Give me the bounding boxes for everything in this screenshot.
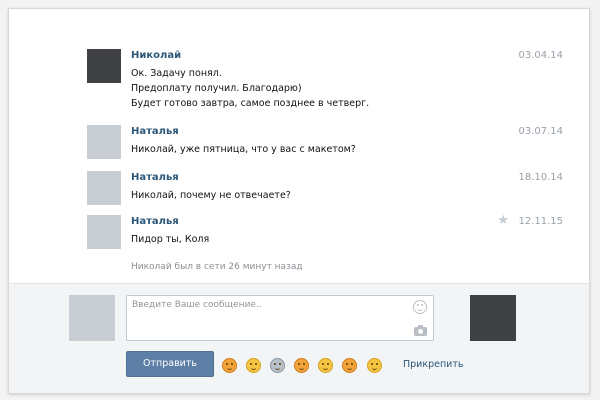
message-text: Пидор ты, Коля bbox=[131, 232, 209, 247]
unamused-emoji[interactable] bbox=[318, 358, 334, 373]
pointing-hand-emoji[interactable] bbox=[222, 358, 237, 373]
message-text: Ок. Задачу понял. Предоплату получил. Бл… bbox=[131, 66, 369, 111]
message-date: 03.07.14 bbox=[518, 126, 563, 137]
camera-icon[interactable] bbox=[414, 325, 427, 336]
emoji-bar bbox=[222, 355, 386, 373]
message-date: 18.10.14 bbox=[518, 172, 563, 183]
message-line: Ок. Задачу понял. bbox=[131, 68, 222, 79]
message-author[interactable]: Николай bbox=[131, 49, 181, 63]
avatar[interactable] bbox=[87, 171, 121, 205]
message-line: Николай, уже пятница, что у вас с макето… bbox=[131, 144, 356, 155]
smile-icon[interactable] bbox=[413, 300, 427, 314]
online-status: Николай был в сети 26 минут назад bbox=[131, 262, 303, 272]
avatar[interactable] bbox=[87, 49, 121, 83]
message-author[interactable]: Наталья bbox=[131, 125, 179, 139]
avatar[interactable] bbox=[87, 215, 121, 249]
message-placeholder: Введите Ваше сообщение.. bbox=[132, 300, 262, 310]
message-line: Николай, почему не отвечаете? bbox=[131, 190, 291, 201]
cat-emoji[interactable] bbox=[342, 358, 358, 373]
my-avatar[interactable] bbox=[69, 295, 115, 341]
alien-emoji[interactable] bbox=[270, 358, 286, 373]
message-date: 12.11.15 bbox=[518, 216, 563, 227]
message-line: Пидор ты, Коля bbox=[131, 234, 210, 245]
message-text: Николай, почему не отвечаете? bbox=[131, 188, 291, 203]
compose-area: Введите Ваше сообщение.. Отправить Прикр… bbox=[9, 283, 589, 393]
avatar[interactable] bbox=[87, 125, 121, 159]
chat-window: Николай 03.04.14 Ок. Задачу понял. Предо… bbox=[8, 8, 590, 394]
message-author[interactable]: Наталья bbox=[131, 171, 179, 185]
message-text: Николай, уже пятница, что у вас с макето… bbox=[131, 142, 356, 157]
attach-link[interactable]: Прикрепить bbox=[403, 359, 463, 370]
message-line: Предоплату получил. Благодарю) bbox=[131, 83, 302, 94]
message-author[interactable]: Наталья bbox=[131, 215, 179, 229]
message-input[interactable]: Введите Ваше сообщение.. bbox=[126, 295, 434, 341]
star-icon[interactable]: ★ bbox=[497, 214, 509, 228]
peer-avatar[interactable] bbox=[470, 295, 516, 341]
message-date: 03.04.14 bbox=[518, 50, 563, 61]
message-line: Будет готово завтра, самое позднее в чет… bbox=[131, 98, 370, 109]
send-button[interactable]: Отправить bbox=[126, 351, 214, 377]
smile-emoji[interactable] bbox=[366, 358, 382, 373]
thumbs-up-emoji[interactable] bbox=[294, 358, 310, 373]
grin-emoji[interactable] bbox=[246, 358, 262, 373]
